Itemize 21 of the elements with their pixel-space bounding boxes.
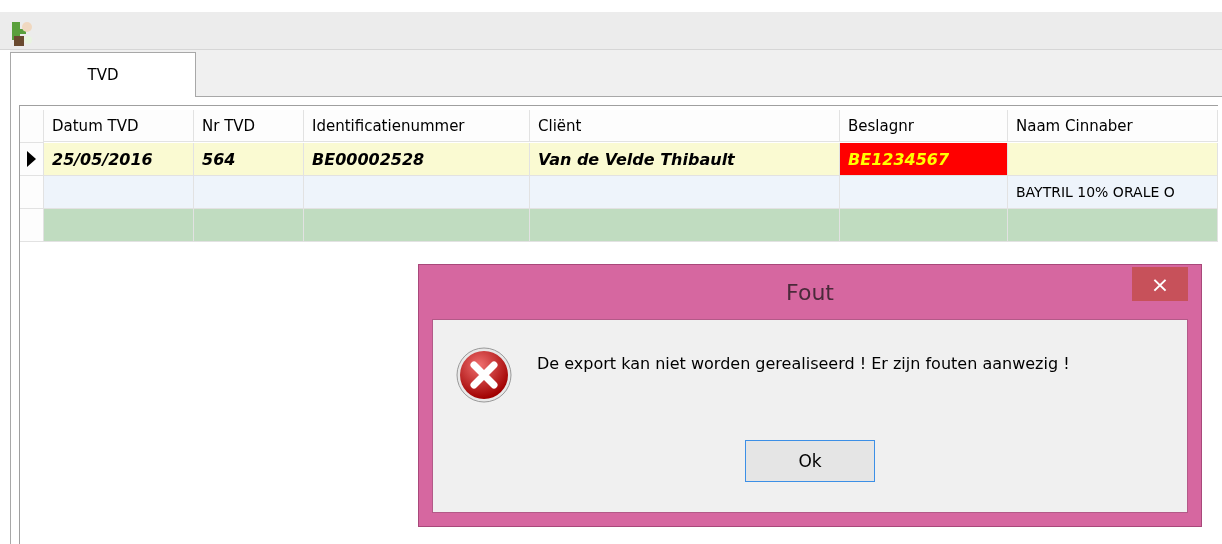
table-cell: BE00002528 <box>304 143 530 176</box>
tab[interactable]: TVD <box>10 52 196 97</box>
dialog-title: Fout <box>786 279 834 305</box>
column-header[interactable]: Naam Cinnaber <box>1008 110 1218 142</box>
error-icon <box>455 346 513 404</box>
table-cell: 564 <box>194 143 304 176</box>
table-cell: Van de Velde Thibault <box>530 143 840 176</box>
row-header[interactable] <box>20 143 44 176</box>
table-cell: BAYTRIL 10% ORALE O <box>1008 176 1218 209</box>
current-row-icon <box>27 151 36 167</box>
close-button[interactable]: × <box>1132 267 1188 301</box>
column-header[interactable]: Datum TVD <box>44 110 194 142</box>
table-cell: BE1234567 <box>840 143 1008 176</box>
ok-button[interactable]: Ok <box>745 440 875 482</box>
column-header[interactable]: Nr TVD <box>194 110 304 142</box>
column-header[interactable]: Identificatienummer <box>304 110 530 142</box>
error-message: De export kan niet worden gerealiseerd ! Er zijn fouten aanwezig ! <box>537 354 1070 373</box>
column-header[interactable]: Cliënt <box>530 110 840 142</box>
row-header <box>20 110 44 143</box>
column-header[interactable]: Beslagnr <box>840 110 1008 142</box>
table-cell: 25/05/2016 <box>44 143 194 176</box>
